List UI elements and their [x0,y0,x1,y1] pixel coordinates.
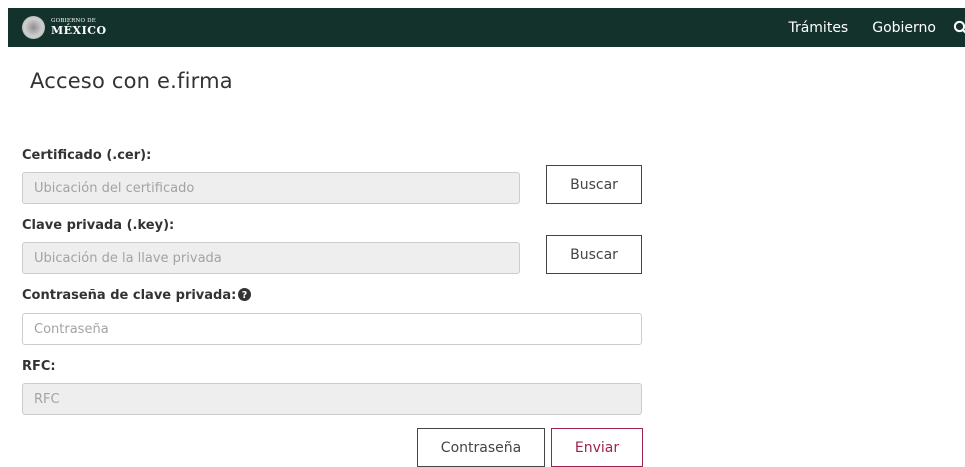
clave-privada-input[interactable] [22,242,520,274]
seal-icon [22,16,45,39]
contrasena-input[interactable] [22,313,642,345]
buscar-certificado-button[interactable]: Buscar [546,165,642,204]
logo-text: GOBIERNO DE MÉXICO [51,19,107,36]
enviar-button[interactable]: Enviar [551,428,643,467]
top-navbar: GOBIERNO DE MÉXICO Trámites Gobierno [8,8,965,47]
question-circle-icon[interactable]: ? [238,288,252,301]
gobierno-logo[interactable]: GOBIERNO DE MÉXICO [22,16,107,39]
search-icon[interactable] [953,20,965,36]
contrasena-label-text: Contraseña de clave privada: [22,288,237,303]
page-title: Acceso con e.firma [30,69,233,93]
rfc-input[interactable] [22,383,642,415]
contrasena-button[interactable]: Contraseña [417,428,545,467]
svg-text:?: ? [242,290,248,301]
buscar-clave-button[interactable]: Buscar [546,235,642,274]
rfc-label: RFC: [22,359,56,374]
contrasena-label: Contraseña de clave privada: ? [22,288,252,303]
clave-privada-label: Clave privada (.key): [22,218,175,233]
nav-link-tramites[interactable]: Trámites [788,20,848,36]
nav-links: Trámites Gobierno [788,20,965,36]
certificado-input[interactable] [22,172,520,204]
logo-big-text: MÉXICO [51,23,107,37]
certificado-label: Certificado (.cer): [22,148,152,163]
nav-link-gobierno[interactable]: Gobierno [872,20,936,36]
